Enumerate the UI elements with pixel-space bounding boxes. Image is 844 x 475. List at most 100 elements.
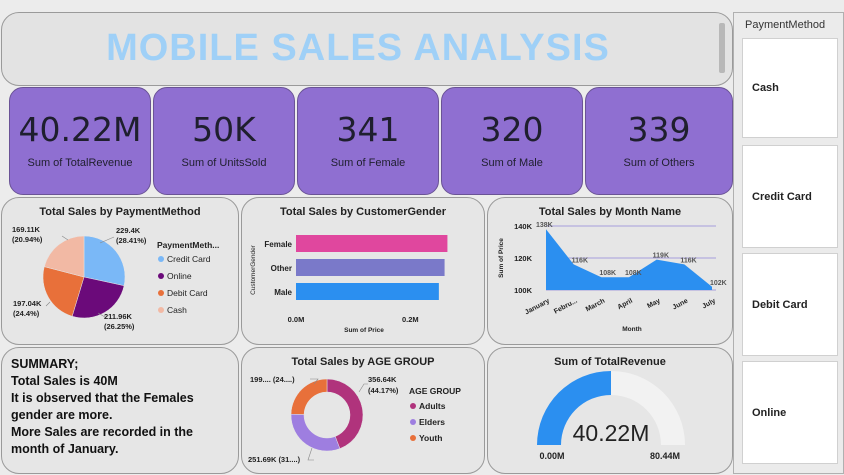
data-label-value: 169.11K bbox=[12, 225, 41, 234]
kpi-label: Sum of UnitsSold bbox=[181, 157, 267, 169]
kpi-units-sold: 50K Sum of UnitsSold bbox=[153, 87, 295, 195]
y-tick-label: 140K bbox=[514, 222, 533, 231]
gender-bar-chart: Female Other Male 0.0M 0.2M Sum of Price Custo… bbox=[250, 235, 448, 334]
slicer-option-label: Online bbox=[752, 406, 787, 419]
summary-line: Total Sales is 40M bbox=[11, 374, 118, 388]
y-axis-label: Sum of Price bbox=[498, 238, 505, 278]
data-label: 251.69K (31....) bbox=[248, 455, 301, 464]
summary-line: month of January. bbox=[11, 442, 119, 456]
legend-label: Youth bbox=[419, 433, 442, 443]
data-label: 199.... (24....) bbox=[250, 375, 295, 384]
kpi-male: 320 Sum of Male bbox=[441, 87, 583, 195]
x-tick-label: 0.2M bbox=[402, 315, 419, 324]
leader-line bbox=[45, 301, 51, 307]
data-label: 108K bbox=[599, 270, 616, 277]
data-label-pct: (20.94%) bbox=[12, 235, 43, 244]
y-tick-label: 120K bbox=[514, 254, 533, 263]
payment-method-chart-panel: Total Sales by PaymentMethod 229.4K (28.4… bbox=[1, 197, 239, 345]
x-tick-label: July bbox=[701, 298, 717, 311]
legend-marker bbox=[410, 403, 416, 409]
slicer-option-debit-card[interactable]: Debit Card bbox=[742, 253, 838, 356]
x-tick-label: Febru... bbox=[553, 298, 579, 316]
legend-marker bbox=[158, 273, 164, 279]
summary-text: SUMMARY; Total Sales is 40M It is observ… bbox=[11, 356, 194, 458]
bar-male bbox=[296, 283, 439, 300]
legend-label: Adults bbox=[419, 401, 446, 411]
category-label: Female bbox=[264, 240, 292, 249]
month-area-chart: 140K 120K 100K 138K January 116K Febru... 108K M… bbox=[498, 222, 727, 333]
payment-method-slicer: PaymentMethod Cash Credit Card Debit Car… bbox=[733, 12, 844, 474]
legend-label: Elders bbox=[419, 417, 445, 427]
legend-title: AGE GROUP bbox=[409, 386, 461, 396]
x-tick-label: April bbox=[617, 298, 634, 312]
slicer-option-label: Cash bbox=[752, 82, 779, 94]
data-label: 108K bbox=[625, 270, 642, 277]
age-group-chart-panel: Total Sales by AGE GROUP 356.64K (44.17%)… bbox=[241, 347, 485, 474]
kpi-label: Sum of Male bbox=[481, 157, 543, 169]
kpi-value: 320 bbox=[480, 110, 544, 149]
gauge-min-label: 0.00M bbox=[539, 451, 564, 461]
revenue-gauge-panel: Sum of TotalRevenue 40.22M 0.00M 80.44M bbox=[487, 347, 733, 474]
banner-scrollbar[interactable] bbox=[719, 23, 725, 73]
gauge-value: 40.22M bbox=[573, 420, 650, 446]
x-tick-label: June bbox=[672, 298, 690, 312]
leader-line bbox=[358, 383, 368, 393]
slicer-option-label: Debit Card bbox=[752, 298, 808, 311]
kpi-label: Sum of Others bbox=[623, 157, 695, 169]
slicer-option-credit-card[interactable]: Credit Card bbox=[742, 145, 838, 248]
month-chart-panel: Total Sales by Month Name 140K 120K 100K 13… bbox=[487, 197, 733, 345]
slicer-title: PaymentMethod bbox=[745, 19, 826, 31]
kpi-female: 341 Sum of Female bbox=[297, 87, 439, 195]
dashboard-title: MOBILE SALES ANALYSIS bbox=[106, 27, 610, 69]
kpi-value: 341 bbox=[336, 110, 400, 149]
legend-label: Debit Card bbox=[167, 288, 208, 298]
bar-female bbox=[296, 235, 448, 252]
gender-chart-panel: Total Sales by CustomerGender Female Othe… bbox=[241, 197, 485, 345]
data-label-pct: (26.25%) bbox=[104, 322, 135, 331]
data-label: 119K bbox=[653, 253, 669, 260]
summary-panel: SUMMARY; Total Sales is 40M It is observ… bbox=[1, 347, 239, 474]
data-label: 116K bbox=[572, 257, 588, 264]
bar-other bbox=[296, 259, 445, 276]
donut-slice-youth bbox=[290, 378, 328, 415]
revenue-gauge: 40.22M 0.00M 80.44M bbox=[537, 371, 685, 461]
leader-line bbox=[61, 235, 69, 241]
data-label-value: 211.96K bbox=[104, 312, 133, 321]
kpi-value: 50K bbox=[192, 110, 256, 149]
slicer-option-online[interactable]: Online bbox=[742, 361, 838, 464]
y-axis-label: CustomerGender bbox=[250, 244, 257, 295]
legend-marker bbox=[158, 256, 164, 262]
legend-label: Credit Card bbox=[167, 254, 211, 264]
age-group-donut: 356.64K (44.17%) 251.69K (31....) 199.... (… bbox=[248, 375, 461, 464]
kpi-value: 339 bbox=[627, 110, 691, 149]
kpi-label: Sum of TotalRevenue bbox=[27, 157, 133, 169]
slicer-option-cash[interactable]: Cash bbox=[742, 38, 838, 138]
kpi-label: Sum of Female bbox=[330, 157, 406, 169]
data-label-value: 229.4K bbox=[116, 226, 141, 235]
legend-label: Online bbox=[167, 271, 192, 281]
kpi-others: 339 Sum of Others bbox=[585, 87, 733, 195]
legend-label: Cash bbox=[167, 305, 187, 315]
x-tick-label: January bbox=[524, 298, 551, 317]
data-label-value: 197.04K bbox=[13, 299, 42, 308]
data-label: 102K bbox=[710, 280, 727, 287]
leader-line bbox=[307, 447, 314, 461]
gauge-max-label: 80.44M bbox=[650, 451, 680, 461]
data-label: 116K bbox=[680, 257, 696, 264]
legend-marker bbox=[158, 290, 164, 296]
summary-line: SUMMARY; bbox=[11, 357, 79, 371]
payment-method-pie: 229.4K(28.41%) 211.96K(26.25%) 197.04K(24.… bbox=[12, 225, 219, 331]
legend-marker bbox=[410, 419, 416, 425]
data-label: 356.64K bbox=[368, 375, 397, 384]
legend-marker bbox=[158, 307, 164, 313]
x-tick-label: 0.0M bbox=[288, 315, 305, 324]
kpi-value: 40.22M bbox=[18, 110, 142, 149]
x-tick-label: May bbox=[646, 298, 661, 311]
data-label-pct: (44.17%) bbox=[368, 386, 399, 395]
kpi-total-revenue: 40.22M Sum of TotalRevenue bbox=[9, 87, 151, 195]
legend-title: PaymentMeth... bbox=[157, 240, 219, 250]
data-label: 138K bbox=[536, 222, 553, 229]
y-tick-label: 100K bbox=[514, 286, 533, 295]
x-tick-label: March bbox=[585, 298, 606, 314]
category-label: Other bbox=[271, 264, 292, 273]
